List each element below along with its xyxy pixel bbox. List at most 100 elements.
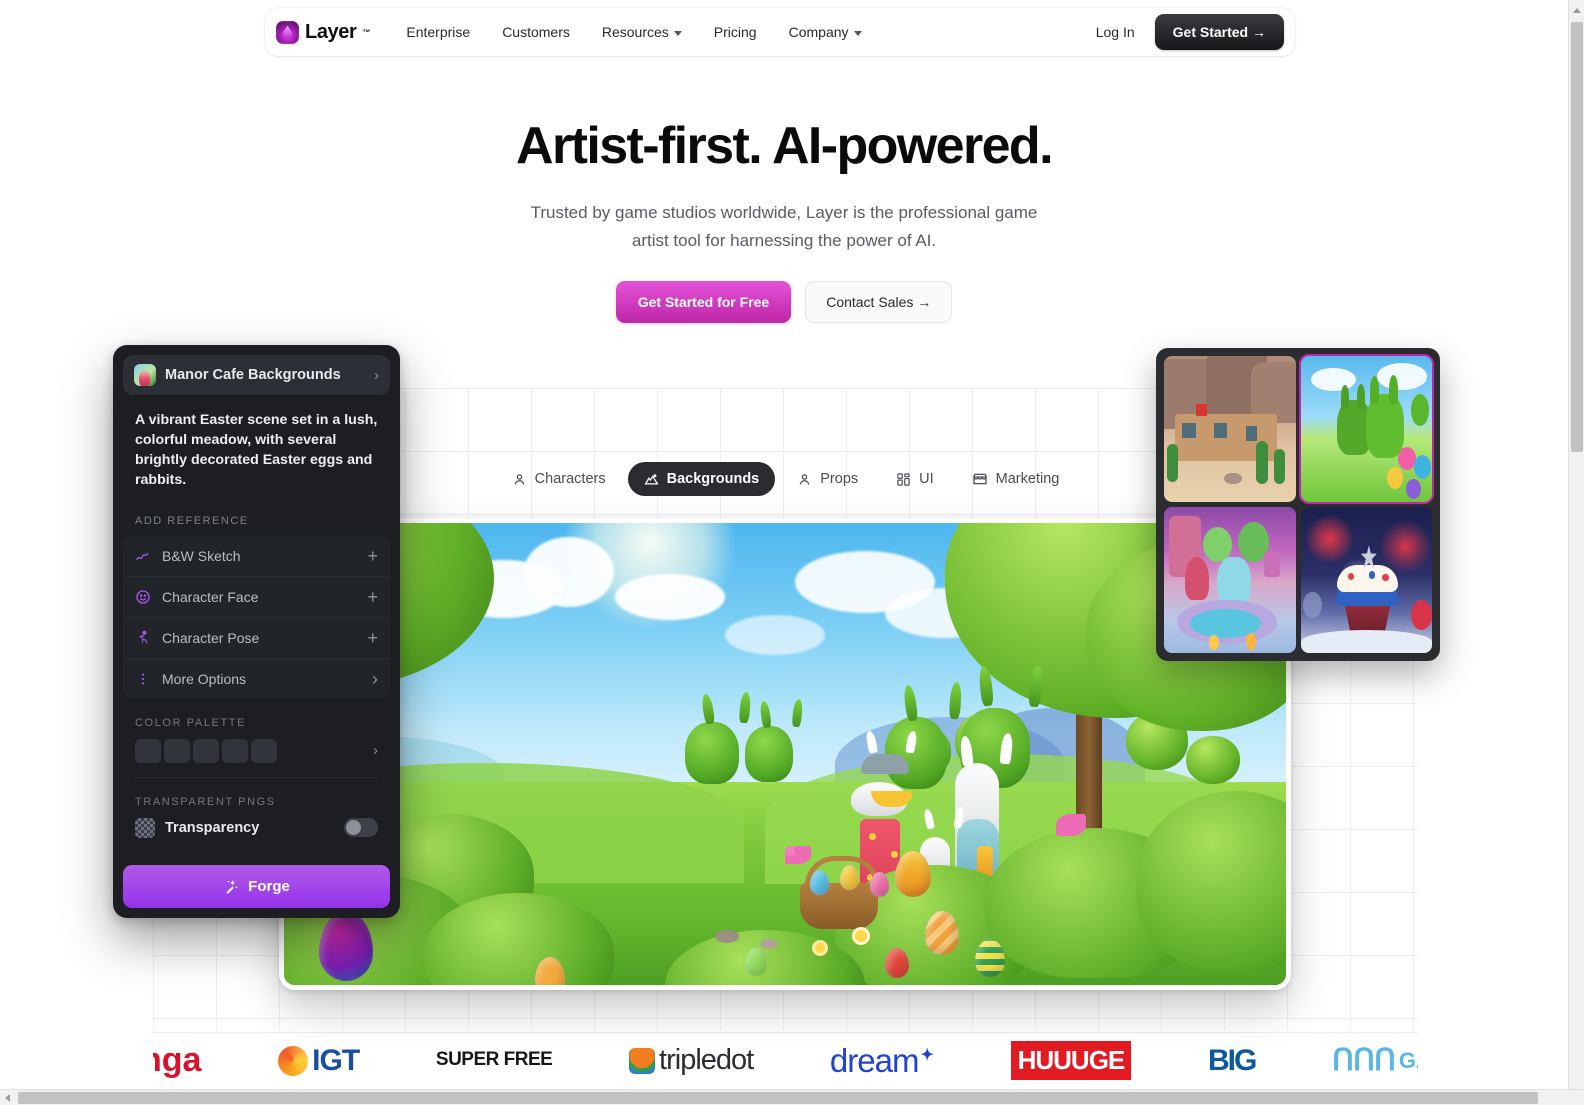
partner-label: IGT: [312, 1043, 360, 1077]
nav-right-actions: Log In Get Started →: [1088, 14, 1284, 50]
forge-label: Forge: [248, 878, 290, 895]
horizontal-scrollbar-thumb[interactable]: [18, 1092, 1538, 1104]
tab-label: Backgrounds: [666, 471, 760, 487]
thumbnail-fantasy-garden[interactable]: [1164, 507, 1296, 653]
running-person-icon: [135, 630, 151, 646]
transparency-toggle[interactable]: [344, 818, 378, 838]
person-icon: [514, 473, 524, 485]
smiley-face-icon: [135, 589, 151, 605]
storefront-icon: [972, 473, 987, 485]
tab-label: Props: [820, 471, 859, 487]
nav-link-label: Enterprise: [406, 24, 471, 40]
scribble-icon: [135, 548, 151, 564]
thumbnail-topiary-bunnies[interactable]: [1298, 354, 1434, 504]
add-reference-button[interactable]: +: [367, 588, 378, 606]
reference-row-character-pose[interactable]: Character Pose +: [123, 618, 390, 659]
color-swatch[interactable]: [164, 738, 190, 763]
brand-logo[interactable]: Layer ™: [276, 20, 371, 44]
partner-label: tripledot: [659, 1044, 754, 1076]
top-navigation-bar: Layer ™ Enterprise Customers Resources P…: [265, 8, 1295, 56]
reference-row-character-face[interactable]: Character Face +: [123, 577, 390, 618]
thumbnail-desert-pueblo[interactable]: [1164, 356, 1296, 502]
vertical-dots-icon: [135, 671, 151, 687]
generated-image-canvas[interactable]: [279, 518, 1291, 990]
contact-sales-button[interactable]: Contact Sales →: [805, 280, 953, 323]
tab-ui[interactable]: UI: [880, 462, 950, 496]
more-options-chevron[interactable]: ›: [372, 670, 378, 688]
vertical-scrollbar-thumb[interactable]: [1571, 22, 1583, 452]
get-started-button[interactable]: Get Started →: [1154, 14, 1284, 50]
horizontal-scrollbar[interactable]: [0, 1089, 1584, 1105]
generation-settings-panel: Manor Cafe Backgrounds › A vibrant Easte…: [113, 345, 400, 918]
partner-logo-huuuge: HUUUGE: [1010, 1041, 1132, 1080]
color-palette-label: COLOR PALETTE: [135, 716, 247, 729]
scroll-left-arrow-icon[interactable]: [5, 1094, 10, 1102]
add-reference-button[interactable]: +: [367, 629, 378, 647]
tab-marketing[interactable]: Marketing: [956, 462, 1076, 496]
person-icon: [800, 473, 810, 485]
add-reference-label: ADD REFERENCE: [135, 514, 249, 527]
reference-row-bw-sketch[interactable]: B&W Sketch +: [123, 536, 390, 577]
page-title: Artist-first. AI-powered.: [516, 117, 1053, 175]
thumbnail-patriotic-cupcake[interactable]: [1300, 507, 1432, 653]
partner-label: HUUUGE: [1017, 1045, 1126, 1075]
nav-link-enterprise[interactable]: Enterprise: [390, 16, 486, 48]
color-swatch[interactable]: [193, 738, 219, 763]
page-root: Layer ™ Enterprise Customers Resources P…: [0, 0, 1584, 1105]
color-palette-swatches: ›: [123, 729, 390, 763]
nav-link-resources[interactable]: Resources: [586, 16, 698, 48]
partner-logo-tripledot: tripledot: [629, 1044, 754, 1077]
reference-label: Character Pose: [162, 629, 260, 646]
forge-button[interactable]: Forge: [123, 865, 390, 908]
partner-logo-zynga: nga: [153, 1041, 201, 1080]
reference-row-more-options[interactable]: More Options ›: [123, 659, 390, 699]
tab-props[interactable]: Props: [781, 462, 874, 496]
grid-layout-icon: [897, 472, 910, 486]
tab-backgrounds[interactable]: Backgrounds: [627, 462, 776, 496]
hero-subheadline: Trusted by game studios worldwide, Layer…: [530, 203, 1038, 251]
color-swatch[interactable]: [251, 738, 277, 763]
project-selector[interactable]: Manor Cafe Backgrounds ›: [123, 355, 390, 395]
partner-logo-dream: dream ✦: [829, 1041, 934, 1079]
hero-section: Artist-first. AI-powered. Trusted by gam…: [0, 117, 1568, 323]
color-swatch[interactable]: [222, 738, 248, 763]
trademark-symbol: ™: [362, 27, 371, 37]
get-started-free-button[interactable]: Get Started for Free: [615, 280, 792, 323]
nav-link-pricing[interactable]: Pricing: [698, 16, 773, 48]
chevron-down-icon: [853, 30, 862, 36]
transparent-pngs-label: TRANSPARENT PNGS: [135, 795, 276, 808]
color-swatch[interactable]: [135, 738, 161, 763]
transparency-label: Transparency: [165, 819, 260, 836]
palette-chevron-right-icon[interactable]: ›: [373, 742, 378, 759]
partner-logo-big: BIG: [1208, 1044, 1257, 1078]
vertical-scrollbar[interactable]: [1568, 0, 1584, 1089]
checkerboard-icon: [135, 817, 155, 838]
partner-label: SUPER FREE: [435, 1049, 553, 1071]
partner-label: nga: [153, 1041, 202, 1079]
chevron-right-icon: ›: [374, 366, 379, 384]
partner-logo-igt: IGT: [278, 1043, 360, 1078]
nav-link-label: Resources: [601, 24, 669, 40]
tab-label: UI: [919, 471, 934, 487]
nav-link-label: Pricing: [713, 24, 757, 40]
partner-logos-strip: nga IGT SUPER FREE tripledot dream ✦ HUU…: [153, 1032, 1418, 1088]
prompt-text[interactable]: A vibrant Easter scene set in a lush, co…: [123, 395, 390, 493]
project-title: Manor Cafe Backgrounds: [165, 367, 341, 383]
tab-characters[interactable]: Characters: [496, 462, 622, 496]
generated-variants-grid: [1156, 348, 1440, 661]
tab-label: Characters: [534, 471, 606, 487]
nav-link-customers[interactable]: Customers: [486, 16, 586, 48]
log-in-link[interactable]: Log In: [1088, 18, 1143, 46]
add-reference-button[interactable]: +: [367, 547, 378, 565]
easter-meadow-artwork: [284, 523, 1286, 985]
magic-wand-icon: [226, 880, 238, 894]
reference-label: B&W Sketch: [162, 547, 241, 564]
mountain-icon: [644, 473, 659, 484]
chevron-down-icon: [673, 30, 682, 36]
transparency-row: Transparency: [123, 808, 390, 838]
partner-label: dream: [829, 1041, 920, 1079]
layer-droplet-logo-icon: [276, 20, 299, 44]
scroll-up-arrow-icon[interactable]: [1573, 8, 1581, 13]
reference-list: B&W Sketch + Character Face + Character …: [123, 535, 390, 699]
nav-link-company[interactable]: Company: [773, 16, 878, 48]
